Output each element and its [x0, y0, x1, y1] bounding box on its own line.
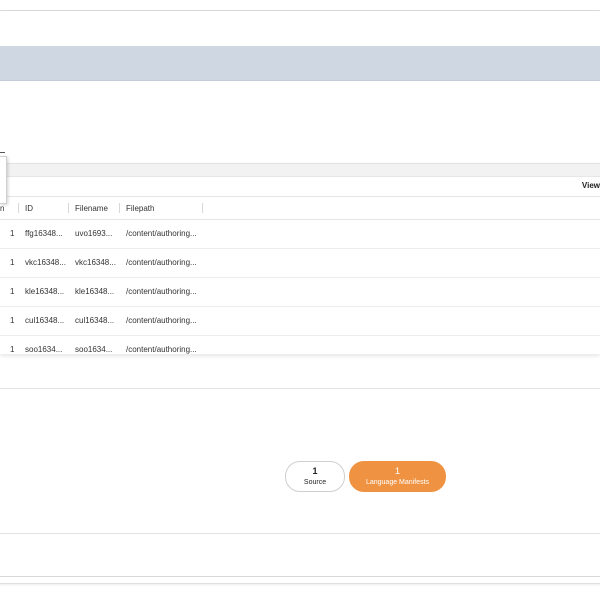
source-count-button[interactable]: 1 Source — [285, 461, 345, 492]
row-filepath: /content/authoring... — [126, 229, 197, 238]
row-filename: soo1634... — [75, 345, 113, 354]
window-bottom-frame — [0, 576, 600, 584]
row-filename: uvo1693... — [75, 229, 113, 238]
language-manifests-count: 1 — [394, 466, 400, 476]
view-button[interactable]: View — [582, 181, 600, 190]
column-header-n[interactable]: n — [0, 204, 4, 213]
files-table-panel: View n ID Filename Filepath 1 ffg16348..… — [0, 163, 600, 354]
table-row[interactable]: 1 vkc16348... vkc16348... /content/autho… — [0, 248, 600, 278]
column-separator[interactable] — [119, 203, 120, 213]
column-separator[interactable] — [202, 203, 203, 213]
column-separator[interactable] — [18, 203, 19, 213]
source-count: 1 — [312, 466, 318, 476]
row-count: 1 — [10, 258, 15, 267]
row-filepath: /content/authoring... — [126, 287, 197, 296]
divider — [0, 388, 600, 389]
dropdown-menu[interactable] — [0, 156, 7, 204]
panel-toolbar-strip — [0, 164, 600, 177]
table-row[interactable]: 1 cul16348... cul16348... /content/autho… — [0, 306, 600, 336]
row-filepath: /content/authoring... — [126, 316, 197, 325]
row-filename: kle16348... — [75, 287, 115, 296]
column-separator[interactable] — [68, 203, 69, 213]
row-count: 1 — [10, 229, 15, 238]
row-count: 1 — [10, 316, 15, 325]
row-filepath: /content/authoring... — [126, 258, 197, 267]
source-label: Source — [303, 479, 327, 486]
column-header-filename[interactable]: Filename — [75, 204, 108, 213]
column-header-id[interactable]: ID — [25, 204, 33, 213]
row-filename: vkc16348... — [75, 258, 116, 267]
row-id: soo1634... — [25, 345, 63, 354]
row-count: 1 — [10, 287, 15, 296]
row-id: kle16348... — [25, 287, 65, 296]
column-header-filepath[interactable]: Filepath — [126, 204, 154, 213]
row-id: ffg16348... — [25, 229, 63, 238]
table-row[interactable]: 1 kle16348... kle16348... /content/autho… — [0, 277, 600, 307]
menu-indicator — [0, 152, 5, 153]
table-row[interactable]: 1 ffg16348... uvo1693... /content/author… — [0, 219, 600, 249]
table-row[interactable]: 1 soo1634... soo1634... /content/authori… — [0, 335, 600, 354]
row-filepath: /content/authoring... — [126, 345, 197, 354]
divider — [0, 533, 600, 534]
window-top-frame — [0, 10, 600, 48]
row-filename: cul16348... — [75, 316, 115, 325]
row-count: 1 — [10, 345, 15, 354]
language-manifests-label: Language Manifests — [365, 479, 430, 486]
row-id: vkc16348... — [25, 258, 66, 267]
table-header: n ID Filename Filepath — [0, 196, 600, 220]
header-bar — [0, 46, 600, 81]
language-manifests-button[interactable]: 1 Language Manifests — [349, 461, 446, 492]
row-id: cul16348... — [25, 316, 65, 325]
